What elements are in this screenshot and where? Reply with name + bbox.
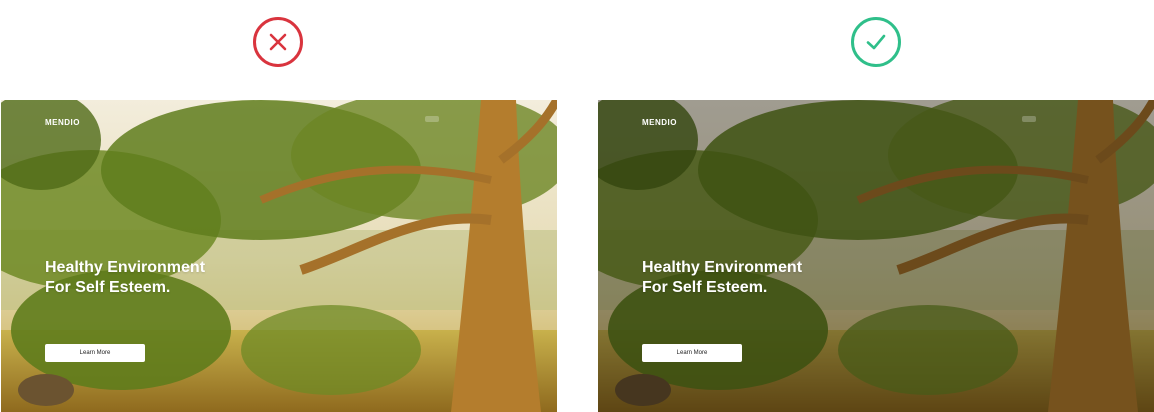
top-nav <box>401 116 439 122</box>
top-nav <box>998 116 1036 122</box>
hero-title: Healthy Environment For Self Esteem. <box>45 258 205 298</box>
correct-indicator <box>851 17 901 67</box>
incorrect-indicator <box>253 17 303 67</box>
x-icon <box>269 33 287 51</box>
hero-title-line: For Self Esteem. <box>642 279 768 296</box>
learn-more-button[interactable]: Learn More <box>642 344 742 362</box>
hero-title-line: For Self Esteem. <box>45 279 171 296</box>
hero-background-image <box>1 100 557 412</box>
example-screenshot-no-overlay: MENDIO Healthy Environment For Self Este… <box>1 100 557 412</box>
brand-logo[interactable]: MENDIO <box>45 118 80 127</box>
learn-more-button[interactable]: Learn More <box>45 344 145 362</box>
nav-button[interactable] <box>1022 116 1036 122</box>
check-icon <box>866 34 886 50</box>
dark-overlay <box>598 100 1154 412</box>
hero-title-line: Healthy Environment <box>45 259 206 276</box>
brand-logo[interactable]: MENDIO <box>642 118 677 127</box>
nav-button[interactable] <box>425 116 439 122</box>
hero-title: Healthy Environment For Self Esteem. <box>642 258 802 298</box>
example-screenshot-with-overlay: MENDIO Healthy Environment For Self Este… <box>598 100 1154 412</box>
hero-title-line: Healthy Environment <box>642 259 803 276</box>
